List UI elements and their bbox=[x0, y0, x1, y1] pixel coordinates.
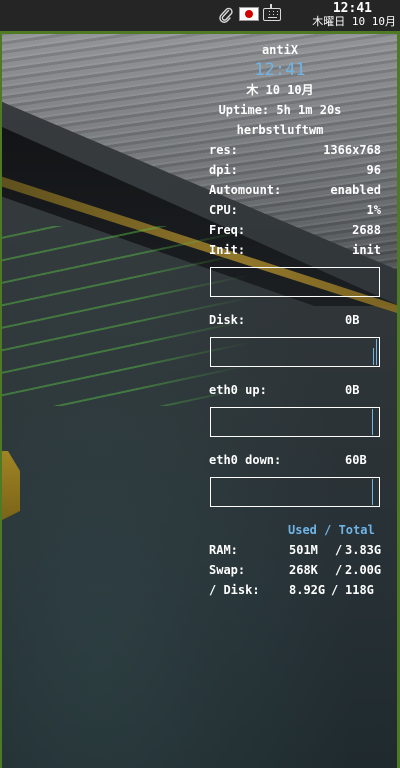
swap-row: Swap: 268K / 2.00G bbox=[209, 562, 389, 578]
root-disk-used: 8.92G bbox=[289, 583, 326, 597]
dpi-value: 96 bbox=[366, 163, 381, 177]
res-label: res: bbox=[209, 143, 238, 157]
eth-down-graph bbox=[210, 477, 380, 507]
swap-label: Swap: bbox=[209, 563, 246, 577]
os-name: antiX bbox=[261, 43, 299, 57]
disk-value: 0B bbox=[345, 313, 360, 327]
disk-label: Disk: bbox=[209, 313, 246, 327]
dpi-row: dpi: 96 bbox=[209, 162, 381, 178]
swap-total: 2.00G bbox=[345, 563, 382, 577]
eth-up-row: eth0 up: 0B bbox=[209, 382, 381, 398]
res-row: res: 1366x768 bbox=[209, 142, 381, 158]
window-manager-name: herbstluftwm bbox=[236, 123, 324, 137]
ram-label: RAM: bbox=[209, 543, 238, 557]
eth-down-value: 60B bbox=[345, 453, 367, 467]
root-disk-row: / Disk: 8.92G / 118G bbox=[209, 582, 389, 598]
eth-up-graph-tick bbox=[372, 409, 373, 435]
uptime-text: Uptime: 5h 1m 20s bbox=[218, 103, 342, 117]
dpi-label: dpi: bbox=[209, 163, 238, 177]
freq-label: Freq: bbox=[209, 223, 246, 237]
conky-monitor: antiX 12:41 木 10 10月 Uptime: 5h 1m 20s h… bbox=[0, 0, 400, 768]
ram-separator: / bbox=[335, 543, 343, 557]
disk-graph bbox=[210, 337, 380, 367]
conky-date: 木 10 10月 bbox=[246, 83, 314, 97]
eth-up-graph bbox=[210, 407, 380, 437]
root-disk-label: / Disk: bbox=[209, 583, 260, 597]
disk-graph-tick bbox=[376, 339, 377, 365]
automount-row: Automount: enabled bbox=[209, 182, 381, 198]
ram-row: RAM: 501M / 3.83G bbox=[209, 542, 389, 558]
freq-value: 2688 bbox=[352, 223, 381, 237]
automount-value: enabled bbox=[330, 183, 381, 197]
swap-separator: / bbox=[335, 563, 343, 577]
cpu-row: CPU: 1% bbox=[209, 202, 381, 218]
eth-up-label: eth0 up: bbox=[209, 383, 267, 397]
disk-row: Disk: 0B bbox=[209, 312, 381, 328]
init-label: Init: bbox=[209, 243, 246, 257]
ram-used: 501M bbox=[289, 543, 318, 557]
eth-up-value: 0B bbox=[345, 383, 360, 397]
automount-label: Automount: bbox=[209, 183, 282, 197]
ram-total: 3.83G bbox=[345, 543, 382, 557]
cpu-graph bbox=[210, 267, 380, 297]
eth-down-graph-tick bbox=[372, 479, 373, 505]
memory-header: Used / Total bbox=[288, 523, 375, 537]
init-value: init bbox=[352, 243, 381, 257]
root-disk-separator: / bbox=[331, 583, 339, 597]
root-disk-total: 118G bbox=[345, 583, 374, 597]
init-row: Init: init bbox=[209, 242, 381, 258]
res-value: 1366x768 bbox=[323, 143, 381, 157]
swap-used: 268K bbox=[289, 563, 318, 577]
cpu-label: CPU: bbox=[209, 203, 238, 217]
disk-graph-tick bbox=[373, 348, 374, 365]
cpu-value: 1% bbox=[366, 203, 381, 217]
conky-time: 12:41 bbox=[254, 60, 306, 80]
freq-row: Freq: 2688 bbox=[209, 222, 381, 238]
eth-down-row: eth0 down: 60B bbox=[209, 452, 381, 468]
eth-down-label: eth0 down: bbox=[209, 453, 282, 467]
